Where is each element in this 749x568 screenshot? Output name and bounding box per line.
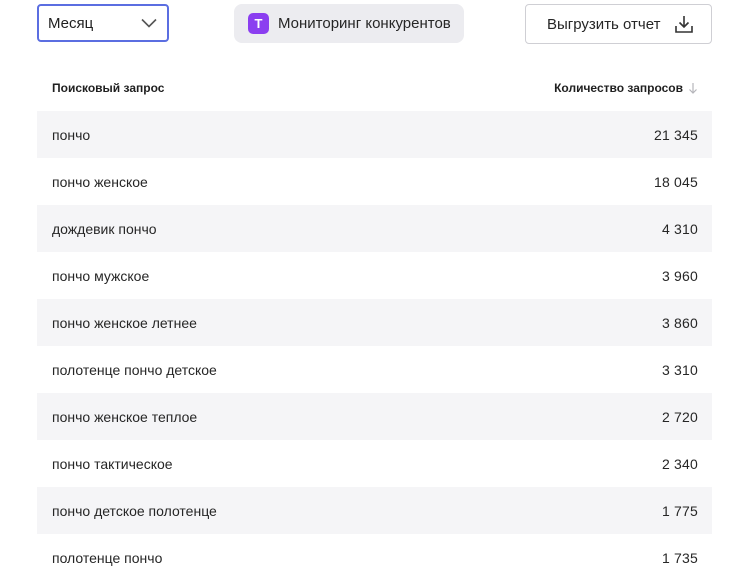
count-cell: 2 340: [661, 455, 698, 472]
export-report-label: Выгрузить отчет: [547, 15, 661, 33]
count-cell: 3 310: [661, 361, 698, 378]
count-cell: 3 960: [661, 267, 698, 284]
export-report-button[interactable]: Выгрузить отчет: [525, 4, 712, 44]
table-row[interactable]: пончо мужское 3 960: [37, 252, 712, 299]
query-cell: полотенце пончо детское: [52, 361, 217, 378]
count-cell: 21 345: [653, 126, 698, 143]
period-select-value: Месяц: [48, 14, 94, 32]
query-cell: пончо: [52, 126, 91, 143]
table-row[interactable]: пончо женское летнее 3 860: [37, 299, 712, 346]
query-cell: пончо женское: [52, 173, 148, 190]
query-cell: полотенце пончо: [52, 549, 163, 566]
query-cell: пончо женское теплое: [52, 408, 198, 425]
table-row[interactable]: пончо женское теплое 2 720: [37, 393, 712, 440]
table-row[interactable]: пончо тактическое 2 340: [37, 440, 712, 487]
period-select[interactable]: Месяц: [37, 4, 169, 42]
competitor-monitoring-label: Мониторинг конкурентов: [278, 15, 451, 32]
count-cell: 1 735: [661, 549, 698, 566]
chevron-down-icon: [141, 18, 157, 28]
download-icon: [675, 16, 694, 33]
table-header: Поисковый запрос Количество запросов: [37, 64, 712, 111]
search-queries-table: Поисковый запрос Количество запросов пон…: [37, 64, 712, 568]
page: Месяц T Мониторинг конкурентов Выгрузить…: [0, 0, 749, 568]
query-cell: пончо детское полотенце: [52, 502, 217, 519]
count-cell: 3 860: [661, 314, 698, 331]
table-row[interactable]: пончо женское 18 045: [37, 158, 712, 205]
column-header-query: Поисковый запрос: [52, 80, 165, 95]
count-cell: 2 720: [661, 408, 698, 425]
count-cell: 18 045: [653, 173, 698, 190]
column-header-count-label: Количество запросов: [554, 80, 683, 95]
competitor-monitoring-button[interactable]: T Мониторинг конкурентов: [234, 4, 464, 43]
table-row[interactable]: пончо 21 345: [37, 111, 712, 158]
table-row[interactable]: полотенце пончо 1 735: [37, 534, 712, 568]
table-row[interactable]: полотенце пончо детское 3 310: [37, 346, 712, 393]
count-cell: 4 310: [661, 220, 698, 237]
query-cell: пончо мужское: [52, 267, 150, 284]
table-row[interactable]: дождевик пончо 4 310: [37, 205, 712, 252]
count-cell: 1 775: [661, 502, 698, 519]
monitoring-logo-icon: T: [248, 13, 269, 34]
sort-down-arrow-icon: [689, 82, 697, 94]
column-header-count[interactable]: Количество запросов: [554, 81, 697, 95]
query-cell: пончо тактическое: [52, 455, 173, 472]
table-row[interactable]: пончо детское полотенце 1 775: [37, 487, 712, 534]
query-cell: дождевик пончо: [52, 220, 157, 237]
query-cell: пончо женское летнее: [52, 314, 197, 331]
